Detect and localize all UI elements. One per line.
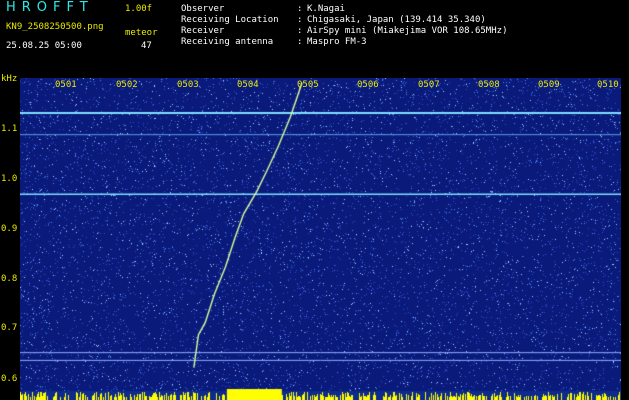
antenna-value: Maspro FM-3: [307, 37, 367, 47]
y-tick-label: 0.9: [1, 224, 18, 234]
antenna-key: Receiving antenna: [181, 37, 274, 47]
y-tick-label: 1.1: [1, 124, 18, 134]
capture-datetime: 25.08.25 05:00: [6, 41, 82, 51]
y-axis-unit: kHz: [1, 74, 18, 84]
hrofft-window: HROFFT 1.00f KN9_2508250500.png meteor 2…: [0, 0, 629, 400]
meteor-count-value: 47: [141, 41, 152, 51]
location-sep: :: [297, 15, 303, 25]
version-label: 1.00f: [125, 4, 153, 14]
observer-sep: :: [297, 4, 303, 14]
x-tick-label: 0509: [538, 80, 560, 90]
observer-value: K.Nagai: [307, 4, 345, 14]
x-tick-label: 0508: [478, 80, 500, 90]
x-tick-label: 0507: [418, 80, 440, 90]
y-tick-label: 1.0: [1, 174, 18, 184]
x-tick-label: 0502: [116, 80, 138, 90]
meteor-count-label: meteor: [125, 28, 158, 38]
location-key: Receiving Location: [181, 15, 279, 25]
receiver-key: Receiver: [181, 26, 225, 36]
receiver-sep: :: [297, 26, 303, 36]
file-name: KN9_2508250500.png: [6, 22, 104, 32]
x-tick-label: 0504: [237, 80, 259, 90]
spectrogram-canvas: [20, 78, 621, 400]
y-tick-label: 0.8: [1, 274, 18, 284]
x-tick-label: 0505: [297, 80, 319, 90]
antenna-sep: :: [297, 37, 303, 47]
x-tick-label: 0503: [177, 80, 199, 90]
y-tick-label: 0.7: [1, 323, 18, 333]
y-tick-label: 0.6: [1, 374, 18, 384]
x-tick-label: 0510: [597, 80, 619, 90]
x-tick-label: 0501: [55, 80, 77, 90]
x-tick-label: 0506: [357, 80, 379, 90]
app-title: HROFFT: [6, 0, 94, 15]
observer-key: Observer: [181, 4, 225, 14]
location-value: Chigasaki, Japan (139.414 35.340): [307, 15, 486, 25]
receiver-value: AirSpy mini (Miakejima VOR 108.65MHz): [307, 26, 508, 36]
